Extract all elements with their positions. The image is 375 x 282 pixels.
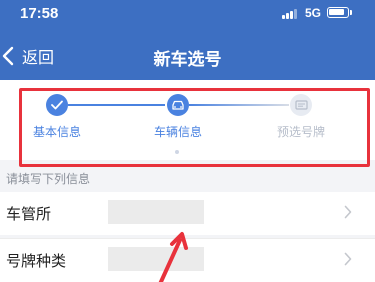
highlight-box — [19, 88, 370, 167]
row-label-vehicle-office: 车管所 — [6, 205, 52, 223]
red-arrow-annotation — [158, 232, 188, 282]
status-time: 17:58 — [20, 5, 59, 22]
network-type: 5G — [305, 6, 322, 20]
row-label-plate-type: 号牌种类 — [6, 252, 67, 270]
page-title: 新车选号 — [153, 50, 222, 70]
signal-icon — [282, 9, 300, 19]
chevron-right-icon — [344, 205, 352, 219]
battery-icon — [327, 7, 349, 18]
chevron-right-icon — [344, 252, 352, 266]
form-hint: 请填写下列信息 — [6, 172, 91, 186]
app-header: 17:58 5G 返回 新车选号 — [0, 0, 375, 80]
redacted-value — [108, 200, 204, 224]
